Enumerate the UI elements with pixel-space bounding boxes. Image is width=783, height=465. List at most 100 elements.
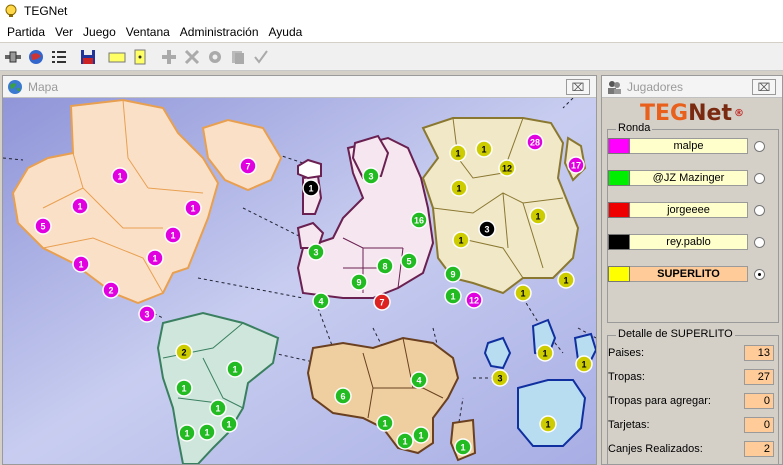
player-row[interactable]: SUPERLITO [608, 264, 776, 284]
army-count: 7 [245, 162, 250, 172]
army-count: 9 [356, 278, 361, 288]
detail-value: 0 [744, 417, 774, 433]
army-count: 4 [318, 297, 323, 307]
players-close-button[interactable]: ⌧ [752, 79, 776, 95]
save-icon [81, 49, 95, 64]
player-color-swatch [608, 138, 630, 154]
globe-icon [8, 79, 22, 94]
player-color-swatch [608, 202, 630, 218]
player-radio[interactable] [754, 236, 765, 248]
player-color-swatch [608, 234, 630, 250]
map-close-button[interactable]: ⌧ [566, 79, 590, 95]
add-button[interactable] [158, 46, 180, 68]
detail-label: Tropas para agregar: [608, 395, 711, 407]
close-icon: ⌧ [757, 81, 771, 94]
menu-administracion[interactable]: Administración [175, 22, 264, 42]
globe-icon [29, 49, 43, 64]
copy-button[interactable] [227, 46, 249, 68]
yellow-dice-icon [134, 49, 146, 64]
army-count: 3 [144, 310, 149, 320]
map-window-titlebar[interactable]: Mapa ⌧ [3, 76, 596, 98]
menu-juego[interactable]: Juego [78, 22, 121, 42]
player-radio[interactable] [754, 140, 765, 152]
detail-value: 27 [744, 369, 774, 385]
menu-ventana[interactable]: Ventana [121, 22, 175, 42]
cards-button[interactable] [106, 46, 128, 68]
player-radio[interactable] [754, 204, 765, 216]
army-count: 8 [382, 262, 387, 272]
detail-row: Canjes Realizados: 2 [608, 439, 774, 459]
army-count: 1 [581, 360, 586, 370]
army-count: 6 [340, 392, 345, 402]
army-count: 5 [406, 257, 411, 267]
close-icon: ⌧ [571, 81, 585, 94]
army-count: 2 [108, 286, 113, 296]
detail-row: Paises: 13 [608, 343, 774, 363]
player-row[interactable]: jorgeeee [608, 200, 776, 220]
player-row[interactable]: malpe [608, 136, 776, 156]
army-count: 1 [181, 384, 186, 394]
army-count: 17 [571, 161, 581, 171]
army-count: 5 [40, 222, 45, 232]
player-name: rey.pablo [630, 234, 748, 250]
army-count: 1 [204, 428, 209, 438]
player-radio[interactable] [754, 172, 765, 184]
detail-value: 13 [744, 345, 774, 361]
army-count: 1 [226, 420, 231, 430]
player-name: jorgeeee [630, 202, 748, 218]
detail-label: Paises: [608, 347, 645, 359]
gear-icon [209, 50, 221, 63]
detail-row: Tropas para agregar: 0 [608, 391, 774, 411]
army-count: 2 [181, 348, 186, 358]
detail-row: Tropas: 27 [608, 367, 774, 387]
army-count: 3 [484, 225, 489, 235]
army-count: 1 [190, 204, 195, 214]
map-canvas[interactable]: 1 7 1 5 1 1 1 1 2 3 1 3 16 3 9 8 5 4 7 9 1 12 1 1 28 12 17 1 1 3 1 1 1 2 1… [3, 98, 596, 464]
list-button[interactable] [48, 46, 70, 68]
army-count: 1 [308, 184, 313, 194]
save-button[interactable] [77, 46, 99, 68]
confirm-button[interactable] [250, 46, 272, 68]
settings-button[interactable] [204, 46, 226, 68]
players-window: Jugadores ⌧ TEG Net ® Ronda malpe @JZ Mazin… [601, 75, 783, 465]
cross-icon [184, 49, 200, 64]
army-count: 9 [450, 270, 455, 280]
army-count: 12 [469, 296, 479, 306]
globe-button[interactable] [25, 46, 47, 68]
detail-value: 2 [744, 441, 774, 457]
detail-label: Canjes Realizados: [608, 443, 703, 455]
menu-ayuda[interactable]: Ayuda [264, 22, 308, 42]
world-map[interactable]: 17151111231316398 54 791 121 12812 1711311121… [3, 98, 596, 464]
players-icon [608, 80, 621, 94]
army-count: 3 [313, 248, 318, 258]
title-bar: TEGNet [0, 0, 783, 22]
player-name: @JZ Mazinger [630, 170, 748, 186]
copy-icon [232, 50, 244, 64]
army-count: 1 [382, 419, 387, 429]
army-count: 1 [215, 404, 220, 414]
player-row[interactable]: rey.pablo [608, 232, 776, 252]
ronda-label: Ronda [616, 122, 653, 134]
ronda-group: Ronda [607, 122, 779, 323]
army-count: 1 [455, 149, 460, 159]
army-count: 1 [77, 202, 82, 212]
menu-partida[interactable]: Partida [2, 22, 50, 42]
army-count: 28 [530, 138, 540, 148]
army-count: 1 [545, 420, 550, 430]
army-count: 1 [563, 276, 568, 286]
army-count: 1 [450, 292, 455, 302]
attack-button[interactable] [181, 46, 203, 68]
player-name: SUPERLITO [630, 266, 748, 282]
players-window-titlebar[interactable]: Jugadores ⌧ [602, 76, 782, 98]
player-radio[interactable] [754, 268, 765, 280]
plus-icon [162, 49, 176, 64]
army-count: 1 [456, 184, 461, 194]
connect-button[interactable] [2, 46, 24, 68]
asia[interactable] [421, 117, 580, 295]
army-count: 1 [542, 349, 547, 359]
menu-ver[interactable]: Ver [50, 22, 78, 42]
player-row[interactable]: @JZ Mazinger [608, 168, 776, 188]
army-count: 3 [497, 374, 502, 384]
army-count: 1 [460, 443, 465, 453]
dice-button[interactable] [129, 46, 151, 68]
